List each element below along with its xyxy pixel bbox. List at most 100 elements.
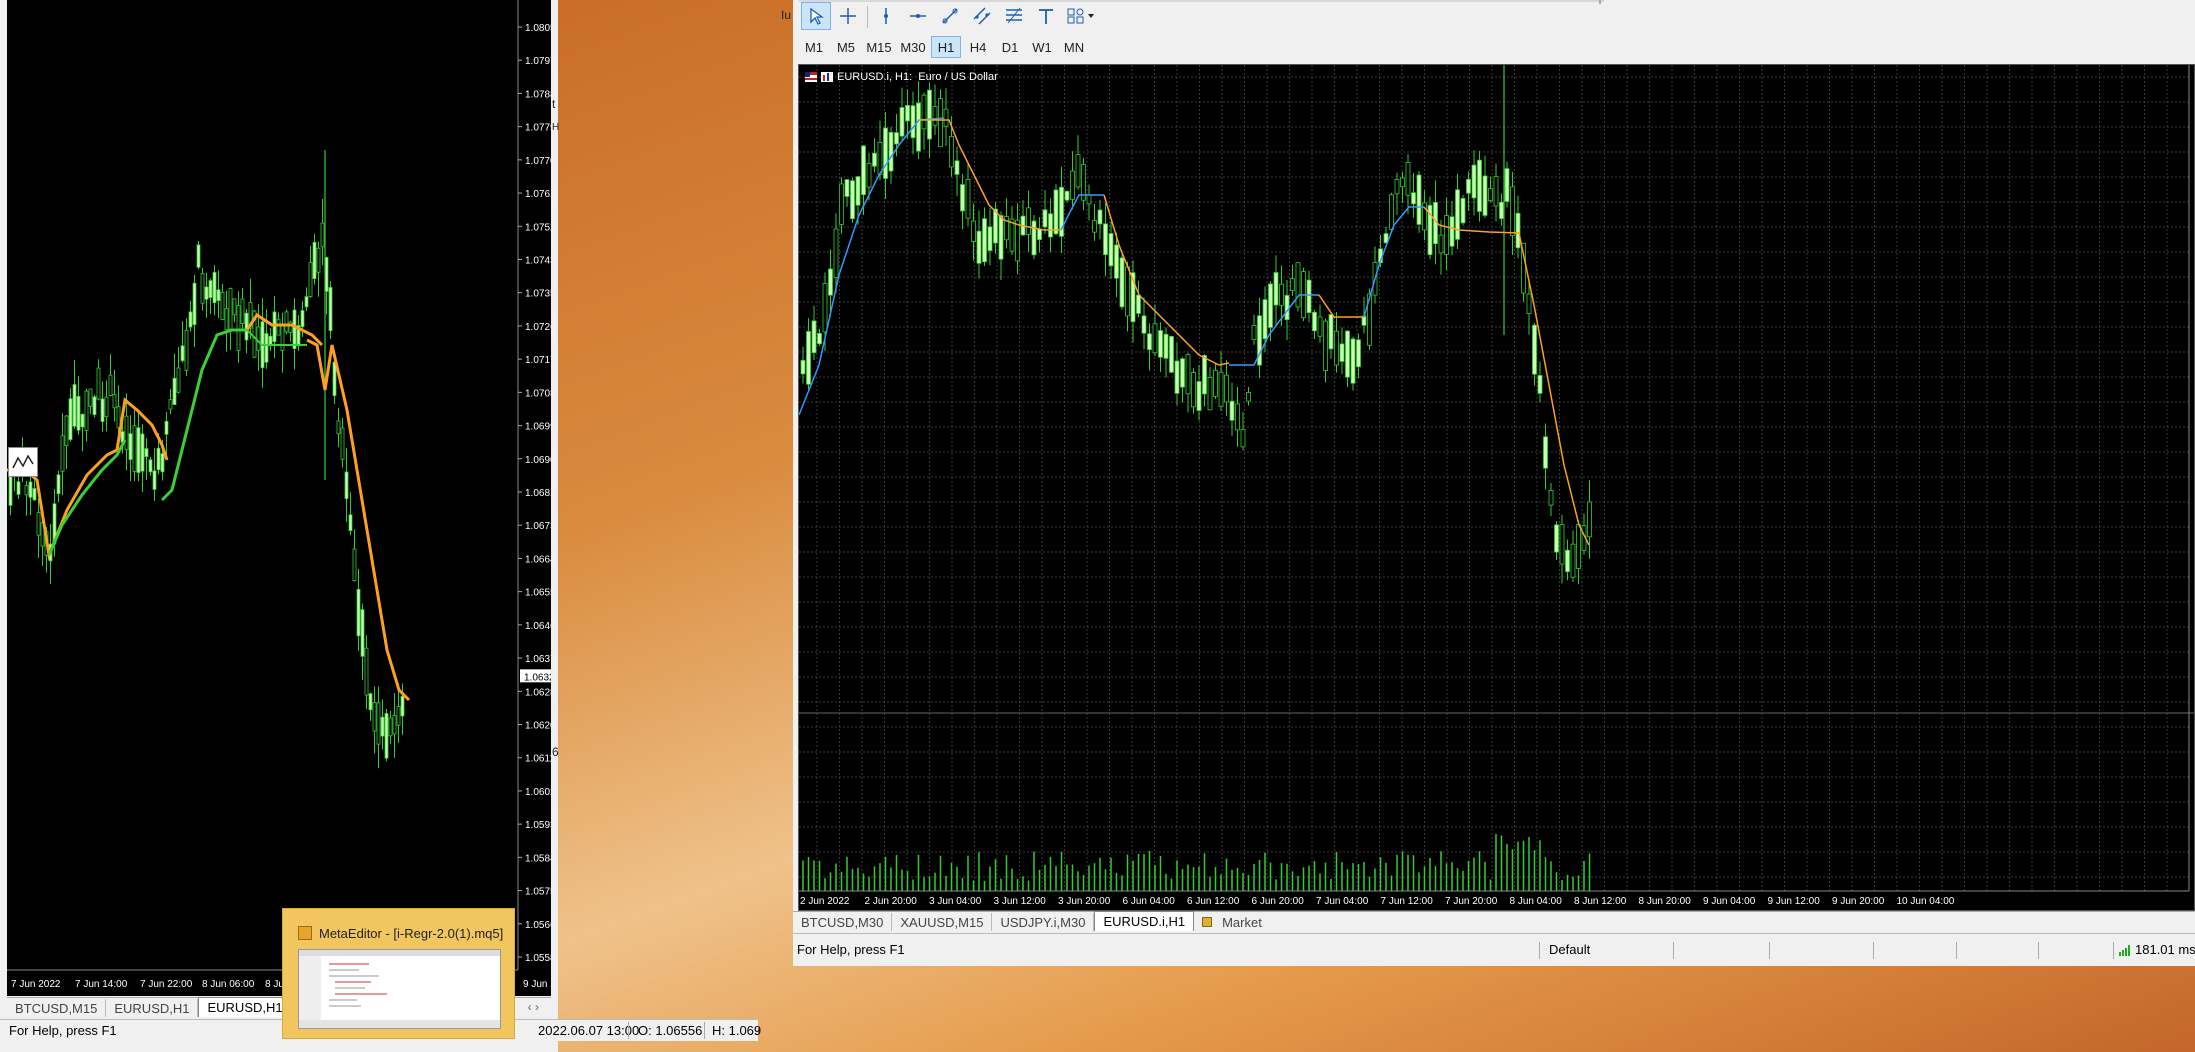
candle-body [1411, 192, 1416, 205]
shapes-button[interactable] [1063, 2, 1099, 30]
candle-body [1290, 278, 1295, 292]
right-chart[interactable]: 2 Jun 2022 2 Jun 20:00 3 Jun 04:00 3 Jun 12… [798, 64, 2195, 911]
candle-body [204, 286, 209, 300]
price-tick-label: 1.07350 [525, 289, 551, 300]
vertical-line-icon [884, 8, 888, 24]
tab-eurusd-h1-active[interactable]: EURUSD,H1 [198, 997, 292, 1017]
channel-icon [973, 7, 991, 25]
candle-body [800, 360, 806, 375]
edge-char-3: 6 [552, 745, 559, 759]
candle-body [220, 291, 225, 320]
candle-body [1196, 381, 1202, 411]
candle-body [124, 415, 129, 450]
candle-body [1570, 543, 1576, 578]
tab-btcusd-m15[interactable]: BTCUSD,M15 [7, 999, 107, 1017]
price-tick-label: 1.06905 [525, 455, 551, 466]
candle-body [844, 179, 850, 197]
crosshair-button[interactable] [833, 2, 863, 30]
candle-body [256, 326, 261, 351]
candle-body [1262, 299, 1268, 340]
status-profile: Default [1549, 942, 1591, 957]
price-tick-label: 1.07880 [525, 89, 551, 100]
candle-body [388, 717, 393, 737]
candle-body [240, 298, 245, 324]
candle-body [1152, 323, 1158, 354]
price-tick-label: 1.06465 [525, 621, 551, 632]
candle-body [1185, 354, 1191, 395]
tab-btcusd-m30[interactable]: BTCUSD,M30 [793, 913, 893, 931]
trendline-button[interactable] [935, 2, 965, 30]
candle-body [1075, 154, 1081, 188]
candle-body [899, 107, 905, 137]
candle-body [1279, 283, 1284, 306]
candle-body [380, 716, 385, 737]
time-tick-label: 8 Jun 12:00 [1574, 896, 1627, 907]
candle-body [172, 377, 177, 406]
candle-body [1086, 194, 1092, 205]
text-button[interactable] [1031, 2, 1061, 30]
candle-body [196, 244, 201, 268]
left-chart-canvas[interactable]: 1.08055 1.07970 1.07880 1.07790 1.07705 1.076… [7, 0, 551, 996]
candle-body [212, 271, 217, 304]
candle-body [1103, 223, 1108, 256]
timeframe-h1[interactable]: H1 [931, 36, 961, 58]
candle-body [1416, 174, 1422, 225]
candle-body [1202, 355, 1207, 395]
candle-body [1493, 176, 1499, 207]
cursor-button[interactable] [801, 2, 831, 30]
tab-usdjpy-m30[interactable]: USDJPY.i,M30 [992, 913, 1095, 931]
timeframe-w1[interactable]: W1 [1027, 36, 1057, 58]
timeframe-mn[interactable]: MN [1059, 36, 1089, 58]
channel-button[interactable] [967, 2, 997, 30]
candle-body [24, 485, 29, 496]
timeframe-m5[interactable]: M5 [831, 36, 861, 58]
candle-body [828, 268, 833, 296]
candle-body [284, 311, 289, 333]
left-chart[interactable]: 1.08055 1.07970 1.07880 1.07790 1.07705 1.076… [7, 0, 551, 996]
tab-eurusd-h1[interactable]: EURUSD,H1 [106, 999, 199, 1017]
candle-body [1559, 524, 1565, 565]
tab-eurusd-i-h1[interactable]: EURUSD.i,H1 [1094, 911, 1195, 931]
candle-body [965, 178, 971, 219]
tab-scroll-arrows[interactable]: ‹ › [528, 1000, 539, 1014]
candle-body [16, 481, 21, 495]
candle-body [921, 94, 927, 130]
time-tick-label: 7 Jun 2022 [11, 979, 61, 990]
candle-body [910, 105, 916, 139]
candle-body [877, 141, 883, 175]
time-tick-label: 9 Jun 12:00 [1768, 896, 1821, 907]
candle-body [949, 135, 954, 168]
price-tick-label: 1.07705 [525, 156, 551, 167]
timeframe-d1[interactable]: D1 [995, 36, 1025, 58]
candle-body [866, 163, 872, 188]
tab-xauusd-m15[interactable]: XAUUSD,M15 [892, 913, 993, 931]
status-help-text: For Help, press F1 [9, 1023, 117, 1038]
fibonacci-button[interactable] [999, 2, 1029, 30]
chart-shift-marker[interactable] [8, 447, 38, 477]
candle-body [168, 399, 173, 410]
candle-body [1543, 436, 1548, 469]
vertical-line-button[interactable] [871, 2, 901, 30]
candle-body [1119, 257, 1125, 308]
candle-body [872, 152, 877, 167]
cursor-icon [810, 7, 824, 25]
timeframe-h4[interactable]: H4 [963, 36, 993, 58]
horizontal-line-button[interactable] [903, 2, 933, 30]
tab-market[interactable]: Market [1194, 913, 1270, 931]
candle-body [1114, 244, 1119, 279]
timeframe-m15[interactable]: M15 [863, 36, 895, 58]
candle-body [100, 398, 105, 422]
timeframe-m30[interactable]: M30 [897, 36, 929, 58]
candle-body [336, 420, 341, 435]
tooltip-thumbnail[interactable] [298, 949, 501, 1029]
candle-body [1466, 178, 1471, 194]
taskbar-preview-tooltip[interactable]: MetaEditor - [i-Regr-2.0(1).mq5] [282, 908, 515, 1039]
right-chart-canvas[interactable]: 2 Jun 2022 2 Jun 20:00 3 Jun 04:00 3 Jun 12… [799, 65, 2195, 911]
candle-body [1158, 330, 1163, 358]
chart-toolbar: M1 M5 M15 M30 H1 H4 D1 W1 MN [793, 0, 2195, 62]
candle-body [1147, 333, 1152, 351]
candle-body [312, 241, 317, 280]
candle-body [1295, 262, 1301, 308]
timeframe-m1[interactable]: M1 [799, 36, 829, 58]
candle-body [1328, 314, 1334, 350]
